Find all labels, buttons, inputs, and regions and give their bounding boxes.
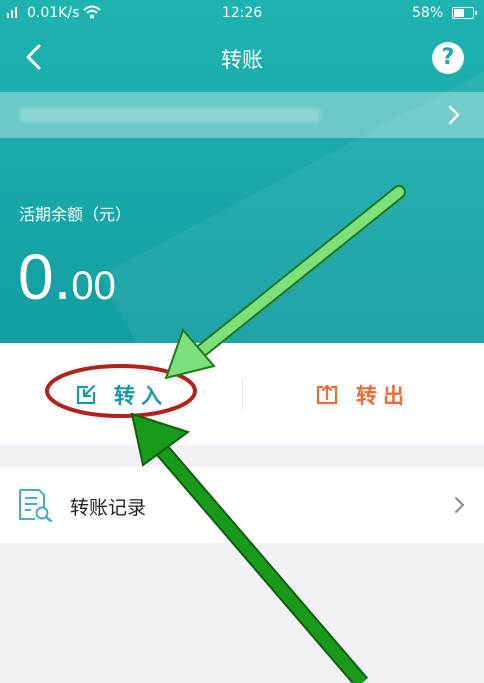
chevron-right-icon bbox=[454, 495, 466, 515]
annotation-arrow-dark bbox=[130, 412, 369, 683]
balance-integer: 0. bbox=[18, 241, 72, 313]
balance-decimal: 00 bbox=[71, 264, 116, 308]
transfer-out-button[interactable]: 转出 bbox=[242, 343, 484, 445]
transfer-in-label: 转入 bbox=[114, 384, 168, 408]
balance-label: 活期余额（元） bbox=[19, 205, 132, 224]
balance-amount: 0.00 bbox=[18, 240, 116, 314]
chevron-right-icon bbox=[446, 104, 462, 126]
account-selector[interactable] bbox=[0, 92, 484, 138]
header-hero: 0.01K/s 12:26 58% 转账 ? 活期余额（元） 0.00 bbox=[0, 0, 484, 343]
transfer-out-label: 转出 bbox=[356, 384, 410, 408]
account-info-blurred bbox=[20, 108, 320, 122]
nav-bar: 转账 ? bbox=[0, 30, 484, 82]
transfer-actions: 转入 转出 bbox=[0, 343, 484, 445]
battery-percent: 58% bbox=[412, 5, 444, 21]
help-icon[interactable]: ? bbox=[432, 42, 464, 74]
transfer-in-button[interactable]: 转入 bbox=[0, 343, 242, 445]
transfer-records-label: 转账记录 bbox=[70, 497, 147, 519]
transfer-in-icon bbox=[76, 383, 98, 405]
battery-icon bbox=[452, 7, 477, 19]
status-bar: 0.01K/s 12:26 58% bbox=[0, 0, 484, 26]
transfer-records-item[interactable]: 转账记录 bbox=[0, 467, 484, 543]
page-title: 转账 bbox=[221, 48, 263, 72]
document-search-icon bbox=[17, 488, 53, 523]
transfer-out-icon bbox=[316, 383, 338, 405]
